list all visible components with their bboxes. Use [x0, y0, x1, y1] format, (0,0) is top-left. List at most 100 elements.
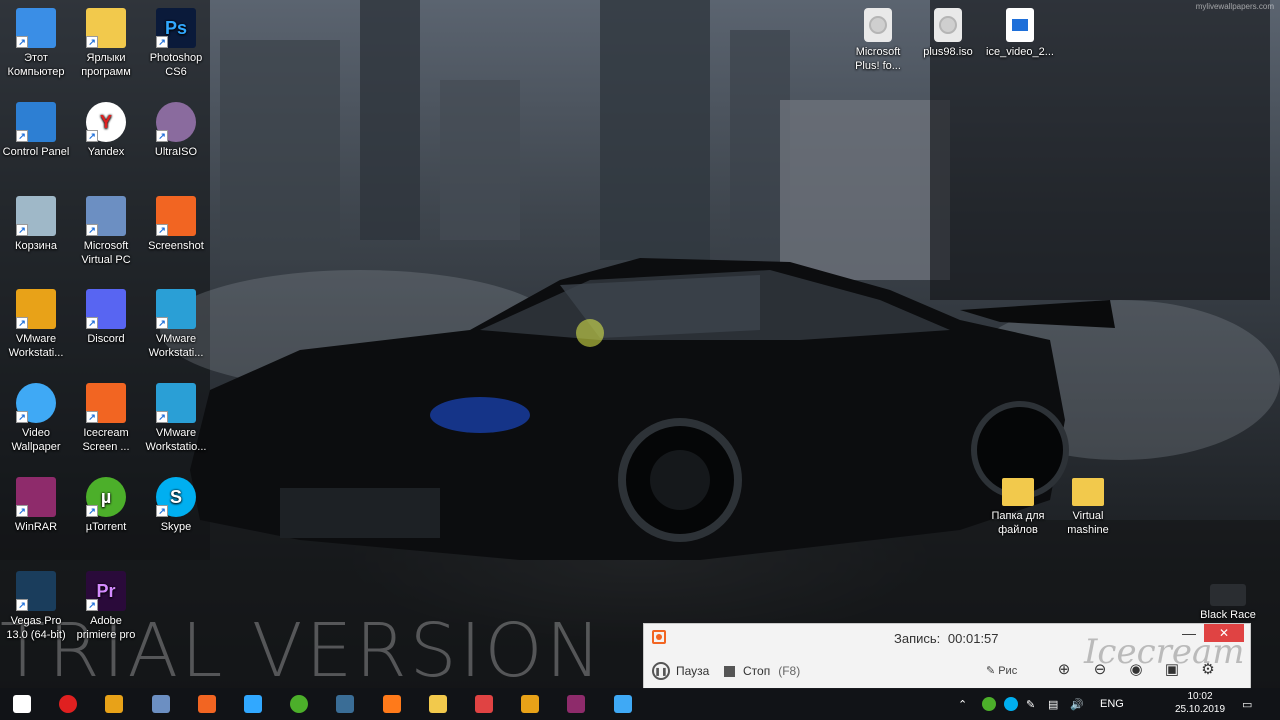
desktop-icon-label: Microsoft Virtual PC — [81, 240, 131, 266]
shortcut-arrow-icon: ↗ — [16, 411, 28, 423]
desktop-icon-black-race[interactable]: Black Race — [1192, 584, 1264, 622]
desktop-icon-microsoft-plus[interactable]: Microsoft Plus! fo... — [842, 8, 914, 73]
desktop-icon[interactable]: ↗ Ярлыки программ — [70, 8, 142, 79]
skype-icon: S ↗ — [156, 477, 196, 517]
taskbar-app-glyph — [475, 695, 493, 713]
windows-start-icon[interactable] — [8, 692, 36, 716]
photoshop-icon[interactable] — [239, 692, 267, 716]
shortcut-arrow-icon: ↗ — [86, 411, 98, 423]
tray-utorrent-icon[interactable] — [982, 688, 996, 720]
desktop-icon-label: VMware Workstati... — [148, 333, 204, 359]
desktop-icon-label: Photoshop CS6 — [149, 52, 203, 78]
shortcut-arrow-icon: ↗ — [16, 505, 28, 517]
shortcut-arrow-icon: ↗ — [86, 130, 98, 142]
pause-icon: ❚❚ — [652, 662, 670, 680]
recording-status: Запись: 00:01:57 — [894, 631, 999, 646]
folder-icon — [1072, 478, 1104, 506]
gift-icon[interactable] — [470, 692, 498, 716]
zoom-out-icon[interactable]: ⊖ — [1090, 660, 1110, 680]
tray-volume-icon[interactable]: 🔊 — [1070, 688, 1084, 720]
close-button[interactable]: ✕ — [1204, 624, 1244, 642]
desktop-icon[interactable]: ↗ Корзина — [0, 196, 72, 253]
desktop-icon[interactable]: Ps ↗ Photoshop CS6 — [140, 8, 212, 79]
winrar-icon[interactable] — [562, 692, 590, 716]
video-file-icon — [1006, 8, 1034, 42]
desktop-icon[interactable]: ↗ Screenshot — [140, 196, 212, 253]
ultraiso-icon: ↗ — [156, 102, 196, 142]
icecream-icon[interactable] — [193, 692, 221, 716]
desktop-icon[interactable]: ↗ UltraISO — [140, 102, 212, 159]
desktop-icon-label: Virtual mashine — [1067, 510, 1109, 536]
desktop-icon[interactable]: ↗ Discord — [70, 289, 142, 346]
file-explorer-icon[interactable] — [424, 692, 452, 716]
tray-pen-icon[interactable]: ✎ — [1026, 688, 1035, 720]
desktop-icon[interactable]: Y ↗ Yandex — [70, 102, 142, 159]
headphones-icon[interactable] — [378, 692, 406, 716]
desktop-icon-label: VMware Workstatio... — [145, 427, 207, 453]
tray-chevron-icon[interactable]: ⌃ — [958, 688, 967, 720]
recording-label: Запись: — [894, 631, 941, 646]
taskbar-app-glyph — [244, 695, 262, 713]
desktop-icon-plus98[interactable]: plus98.iso — [912, 8, 984, 59]
desktop-icon[interactable]: ↗ VMware Workstati... — [140, 289, 212, 360]
desktop-icon[interactable]: ↗ Этот Компьютер — [0, 8, 72, 79]
stop-label: Стоп — [743, 664, 771, 678]
shortcut-arrow-icon: ↗ — [156, 36, 168, 48]
tray-skype-icon[interactable] — [1004, 688, 1018, 720]
vegas-icon: ↗ — [16, 571, 56, 611]
pause-label: Пауза — [676, 664, 710, 678]
tray-language[interactable]: ENG — [1100, 688, 1124, 720]
stop-button[interactable]: Стоп (F8) — [724, 664, 800, 678]
stop-icon — [724, 665, 735, 677]
yandex-icon: Y ↗ — [86, 102, 126, 142]
draw-button[interactable]: ✎ Рис — [986, 664, 1018, 678]
pause-button[interactable]: ❚❚ Пауза — [652, 662, 709, 680]
desktop-icon-label: Video Wallpaper — [11, 427, 61, 453]
shortcut-arrow-icon: ↗ — [156, 224, 168, 236]
taskbar-app-glyph — [13, 695, 31, 713]
video-wallpaper-icon[interactable] — [609, 692, 637, 716]
webcam-icon[interactable]: ◉ — [1126, 660, 1146, 680]
vmware-icon: ↗ — [156, 383, 196, 423]
minimize-button[interactable]: — — [1178, 624, 1200, 644]
desktop-icon-ice-video[interactable]: ice_video_2... — [984, 8, 1056, 59]
desktop-icon[interactable]: ↗ Icecream Screen ... — [70, 383, 142, 454]
desktop-icon[interactable]: ↗ Video Wallpaper — [0, 383, 72, 454]
desktop-icon[interactable]: ↗ Microsoft Virtual PC — [70, 196, 142, 267]
settings-icon[interactable]: ⚙ — [1198, 660, 1218, 680]
virtualbox-icon[interactable] — [147, 692, 175, 716]
shortcut-arrow-icon: ↗ — [86, 36, 98, 48]
desktop-icon[interactable]: ↗ Vegas Pro 13.0 (64-bit) — [0, 571, 72, 642]
utorrent-icon: µ ↗ — [86, 477, 126, 517]
notification-icon[interactable]: ▭ — [1242, 688, 1252, 720]
desktop-icon-label: plus98.iso — [923, 46, 973, 58]
stop-hotkey: (F8) — [778, 664, 801, 678]
shortcut-arrow-icon: ↗ — [16, 224, 28, 236]
desktop-icon-papka[interactable]: Папка для файлов — [982, 478, 1054, 537]
desktop-icon[interactable]: ↗ WinRAR — [0, 477, 72, 534]
desktop-icon-virtual-mashine[interactable]: Virtual mashine — [1052, 478, 1124, 537]
utorrent-icon[interactable] — [285, 692, 313, 716]
vegas-icon[interactable] — [331, 692, 359, 716]
desktop-icon-label: UltraISO — [154, 146, 198, 158]
desktop-icon[interactable]: Pr ↗ Adobe primiere pro — [70, 571, 142, 642]
camera-icon[interactable]: ▣ — [1162, 660, 1182, 680]
zoom-in-icon[interactable]: ⊕ — [1054, 660, 1074, 680]
pencil-icon: ✎ — [986, 665, 996, 677]
yandex-browser-icon[interactable] — [54, 692, 82, 716]
shortcut-arrow-icon: ↗ — [16, 317, 28, 329]
desktop-icon[interactable]: ↗ VMware Workstatio... — [140, 383, 212, 454]
desktop-icon-label: Ярлыки программ — [81, 52, 131, 78]
vmware-icon[interactable] — [516, 692, 544, 716]
desktop-icon[interactable]: ↗ VMware Workstati... — [0, 289, 72, 360]
taskbar-clock[interactable]: 10:02 25.10.2019 — [1168, 690, 1232, 716]
shortcut-arrow-icon: ↗ — [86, 224, 98, 236]
desktop-icon[interactable]: µ ↗ µTorrent — [70, 477, 142, 534]
tray-network-icon[interactable]: ▤ — [1048, 688, 1058, 720]
draw-label: Рис — [998, 664, 1018, 677]
desktop-icon[interactable]: ↗ Control Panel — [0, 102, 72, 159]
vmware-icon[interactable] — [100, 692, 128, 716]
taskbar-app-glyph — [336, 695, 355, 713]
desktop-icon-label: WinRAR — [14, 521, 58, 533]
desktop-icon[interactable]: S ↗ Skype — [140, 477, 212, 534]
